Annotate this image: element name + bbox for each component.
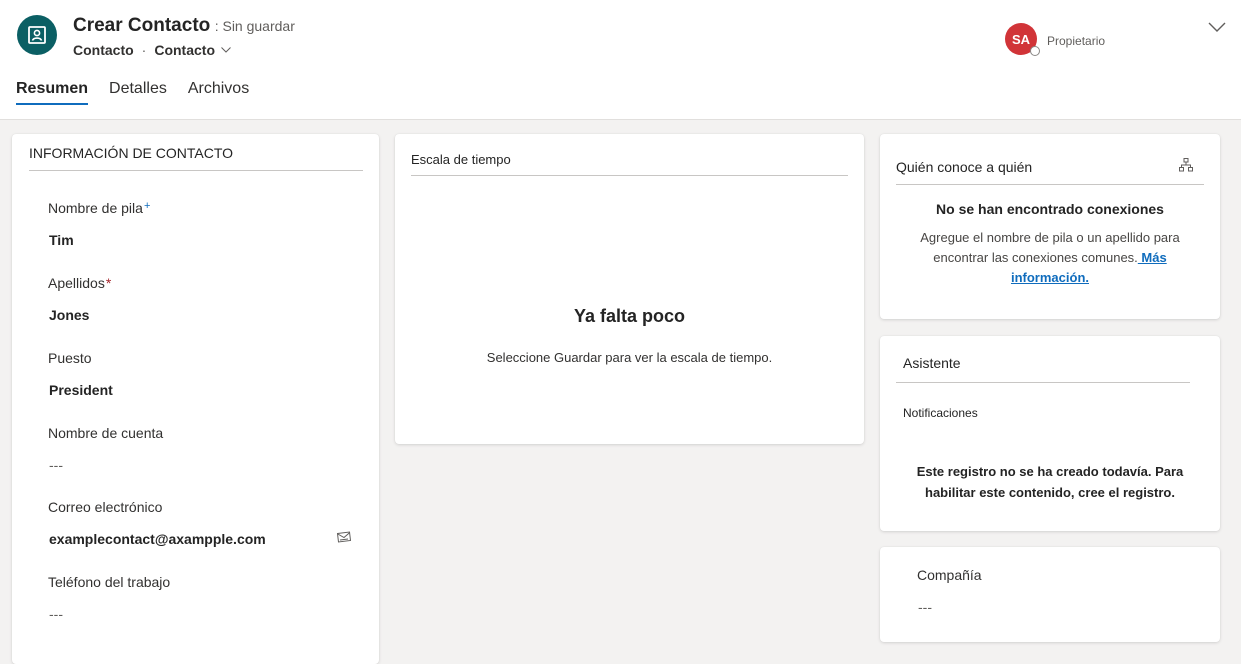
job-title-field[interactable]: President <box>49 382 113 398</box>
section-divider <box>29 170 363 171</box>
chevron-down-icon[interactable] <box>221 47 231 53</box>
no-connections-heading: No se han encontrado conexiones <box>936 201 1164 217</box>
contact-info-section: INFORMACIÓN DE CONTACTO Nombre de pila+ … <box>12 134 379 664</box>
field-label-account-name: Nombre de cuenta <box>48 425 164 441</box>
notifications-label: Notificaciones <box>903 406 978 420</box>
section-divider <box>896 382 1190 383</box>
breadcrumb-separator: · <box>141 42 147 58</box>
timeline-message: Seleccione Guardar para ver la escala de… <box>486 350 773 365</box>
field-label-company: Compañía <box>917 567 982 583</box>
section-title: Asistente <box>903 355 961 371</box>
owner-label: Propietario <box>1047 34 1106 48</box>
section-divider <box>896 184 1204 185</box>
business-phone-field[interactable]: --- <box>49 606 63 622</box>
tab-resumen[interactable]: Resumen <box>16 80 89 110</box>
timeline-section: Escala de tiempo Ya falta poco Seleccion… <box>395 134 864 444</box>
record-header: Crear Contacto : Sin guardar Contacto · … <box>0 0 1241 120</box>
field-label-first-name: Nombre de pila+ <box>48 200 151 216</box>
section-divider <box>411 175 848 176</box>
required-marker: * <box>105 275 112 291</box>
expand-header-chevron-icon[interactable] <box>1208 20 1226 38</box>
avatar-initials: SA <box>1011 31 1031 47</box>
section-title: Quién conoce a quién <box>896 159 1033 175</box>
email-field[interactable]: examplecontact@axampple.com <box>49 531 266 547</box>
section-title: Escala de tiempo <box>411 152 511 167</box>
assistant-message: Este registro no se ha creado todavía. P… <box>916 464 1184 500</box>
company-field[interactable]: --- <box>918 599 932 615</box>
account-name-field[interactable]: --- <box>49 457 63 473</box>
breadcrumb: Contacto · Contacto <box>73 42 231 58</box>
assistant-section: Asistente Notificaciones Este registro n… <box>880 336 1220 531</box>
field-label-email: Correo electrónico <box>48 499 163 515</box>
form-selector[interactable]: Contacto <box>154 42 215 58</box>
tab-archivos[interactable]: Archivos <box>188 80 249 110</box>
email-compose-icon[interactable] <box>336 530 352 548</box>
tab-detalles[interactable]: Detalles <box>109 80 167 110</box>
no-connections-message: Agregue el nombre de pila o un apellido … <box>920 230 1180 285</box>
section-title: INFORMACIÓN DE CONTACTO <box>29 145 234 161</box>
who-knows-whom-section: Quién conoce a quién No se han encontrad… <box>880 134 1220 319</box>
company-section: Compañía --- <box>880 547 1220 642</box>
field-label-job-title: Puesto <box>48 350 92 366</box>
owner-field[interactable]: SA Propietario <box>1005 23 1106 56</box>
presence-status-icon <box>1030 46 1040 56</box>
record-title: Crear Contacto <box>73 15 211 36</box>
first-name-field[interactable]: Tim <box>49 232 74 248</box>
breadcrumb-entity: Contacto <box>73 42 134 58</box>
record-title-row: Crear Contacto : Sin guardar <box>73 15 295 37</box>
tab-list: Resumen Detalles Archivos <box>16 80 270 110</box>
contact-card-icon <box>17 15 57 55</box>
avatar[interactable]: SA <box>1005 23 1040 56</box>
org-chart-icon[interactable] <box>1179 158 1193 177</box>
save-status: : Sin guardar <box>214 18 295 34</box>
field-label-business-phone: Teléfono del trabajo <box>48 574 171 590</box>
timeline-heading: Ya falta poco <box>573 306 686 326</box>
recommended-marker: + <box>143 200 151 212</box>
last-name-field[interactable]: Jones <box>49 307 89 323</box>
field-label-last-name: Apellidos* <box>48 275 112 291</box>
